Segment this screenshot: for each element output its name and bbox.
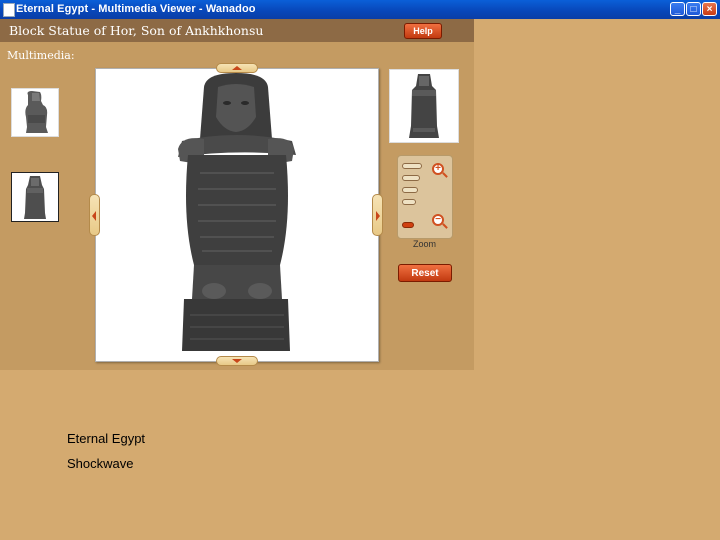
multimedia-label: Multimedia: [7,49,75,62]
zoom-step-1[interactable] [402,222,414,228]
pan-right-button[interactable] [372,194,383,236]
help-button[interactable]: Help [404,23,442,39]
block-statue-image [178,73,296,351]
right-arrow-icon [376,211,380,221]
reset-button[interactable]: Reset [398,264,452,282]
page-title: Block Statue of Hor, Son of Ankhkhonsu [9,23,264,38]
zoom-in-icon[interactable]: + [432,163,444,175]
zoom-label: Zoom [413,239,437,249]
thumbnail-side-view[interactable] [11,88,59,137]
thumbnail-front-view[interactable] [11,172,59,222]
window-title: Eternal Egypt - Multimedia Viewer - Wana… [16,3,256,15]
left-arrow-icon [92,211,96,221]
pan-left-button[interactable] [89,194,100,236]
window-title-bar[interactable]: Eternal Egypt - Multimedia Viewer - Wana… [0,0,720,19]
minimize-button[interactable]: _ [670,2,685,16]
caption-eternal-egypt: Eternal Egypt [67,431,146,446]
main-image-frame[interactable] [95,68,379,362]
statue-front-thumbnail-image [24,176,46,219]
zoom-slider[interactable]: + − [397,155,453,239]
multimedia-viewer: Block Statue of Hor, Son of Ankhkhonsu H… [0,19,474,370]
maximize-button[interactable]: □ [686,2,701,16]
zoom-step-5[interactable] [402,163,422,169]
viewer-header: Block Statue of Hor, Son of Ankhkhonsu H… [0,19,474,42]
zoom-step-2[interactable] [402,199,416,205]
navigator-preview-image [409,74,439,138]
pan-down-button[interactable] [216,356,258,366]
navigator-preview[interactable] [389,69,459,143]
close-button[interactable]: × [702,2,717,16]
zoom-out-icon[interactable]: − [432,214,444,226]
down-arrow-icon [232,359,242,363]
zoom-step-3[interactable] [402,187,418,193]
statue-side-thumbnail-image [25,91,48,133]
app-icon [3,3,15,17]
zoom-step-4[interactable] [402,175,420,181]
up-arrow-icon [232,66,242,70]
caption-shockwave: Shockwave [67,456,134,471]
pan-up-button[interactable] [216,63,258,73]
